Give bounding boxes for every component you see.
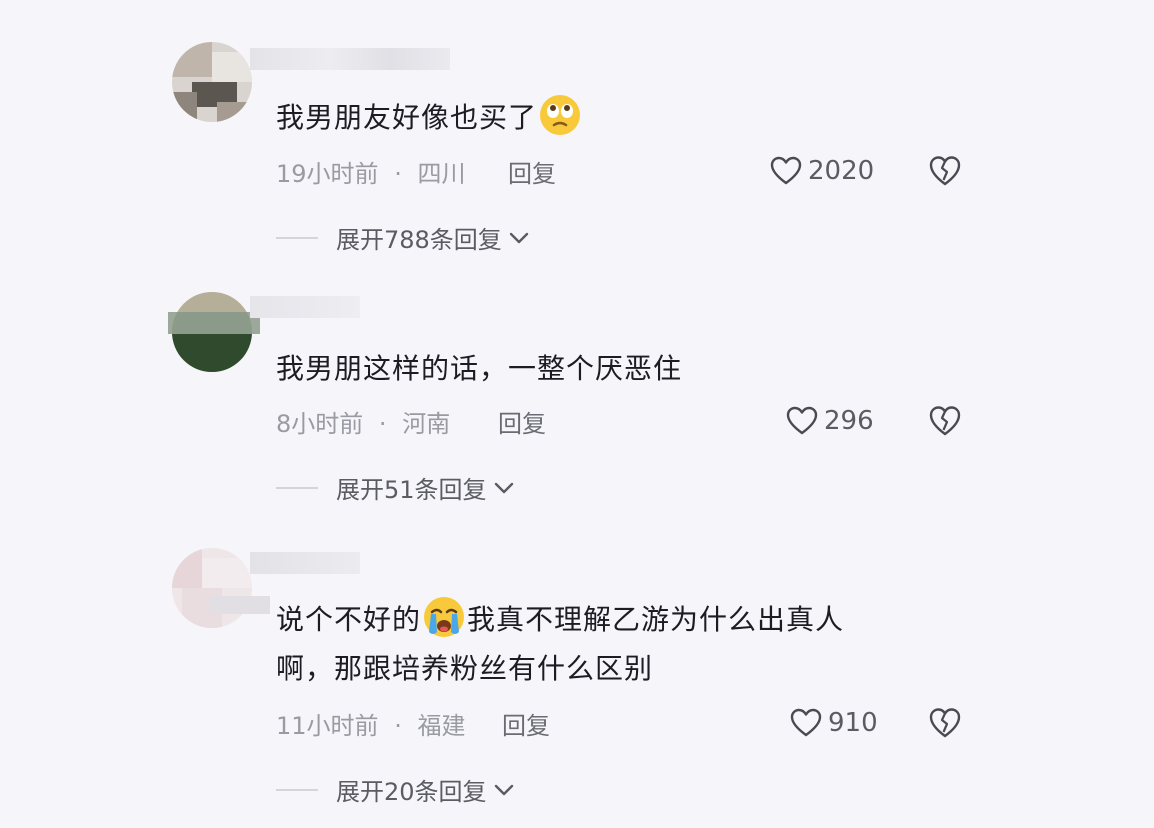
comment-meta: 19小时前 · 四川 — [276, 154, 465, 189]
comment-location: 四川 — [417, 160, 466, 188]
like-count: 910 — [828, 708, 878, 738]
avatar[interactable] — [172, 548, 252, 628]
heart-icon — [770, 156, 802, 185]
comment-text-content: 我男朋友好像也买了 — [276, 101, 538, 134]
like-count: 2020 — [808, 156, 875, 186]
expand-replies-button[interactable]: 展开51条回复 — [276, 470, 515, 505]
comment-time: 11小时前 — [276, 712, 379, 740]
divider-line — [276, 486, 318, 489]
chevron-down-icon — [494, 784, 513, 795]
heart-icon — [790, 708, 822, 737]
expand-replies-button[interactable]: 展开20条回复 — [276, 772, 515, 807]
comment-text: 我男朋这样的话，一整个厌恶住 — [276, 346, 682, 391]
comment-text: 我男朋友好像也买了 — [276, 94, 583, 140]
comment-text-line2-content: 啊，那跟培养粉丝有什么区别 — [276, 652, 654, 685]
comment-location: 河南 — [402, 410, 451, 438]
username-redacted — [250, 552, 360, 574]
like-button[interactable]: 2020 — [770, 154, 874, 188]
like-count: 296 — [824, 406, 874, 436]
comment-text: 说个不好的 我真不理解乙游为什么出真人 — [276, 596, 844, 642]
expand-replies-label: 展开788条回复 — [336, 226, 502, 254]
reply-button[interactable]: 回复 — [502, 706, 550, 741]
comment-time: 8小时前 — [276, 410, 364, 438]
username-redacted — [250, 296, 360, 318]
broken-heart-icon[interactable] — [928, 154, 962, 188]
avatar[interactable] — [172, 42, 252, 122]
broken-heart-icon[interactable] — [928, 404, 962, 438]
meta-separator: · — [394, 712, 402, 740]
comment-meta: 11小时前 · 福建 — [276, 706, 465, 741]
comment-time: 19小时前 — [276, 160, 379, 188]
reply-button[interactable]: 回复 — [508, 154, 556, 189]
expand-replies-label: 展开20条回复 — [336, 778, 487, 806]
broken-heart-icon[interactable] — [928, 706, 962, 740]
divider-line — [276, 236, 318, 239]
meta-separator: · — [378, 410, 387, 438]
like-button[interactable]: 296 — [786, 404, 874, 438]
avatar-redacted — [168, 312, 260, 334]
comment-text-content: 我男朋这样的话，一整个厌恶住 — [276, 352, 683, 385]
crying-face-emoji — [424, 597, 465, 637]
expand-replies-label: 展开51条回复 — [336, 476, 487, 504]
reply-button[interactable]: 回复 — [498, 404, 546, 439]
rolling-eyes-emoji — [540, 95, 581, 135]
comment-location: 福建 — [417, 712, 466, 740]
divider-line — [276, 788, 318, 791]
meta-separator: · — [394, 160, 402, 188]
avatar-redacted — [210, 596, 270, 614]
expand-replies-button[interactable]: 展开788条回复 — [276, 220, 530, 255]
comment-text-part1: 说个不好的 — [276, 603, 422, 636]
chevron-down-icon — [509, 232, 529, 243]
comment-text-part2: 我真不理解乙游为什么出真人 — [467, 603, 845, 636]
chevron-down-icon — [494, 482, 513, 493]
comment-text-line2: 啊，那跟培养粉丝有什么区别 — [276, 646, 653, 691]
comment-meta: 8小时前 · 河南 — [276, 404, 450, 439]
username-redacted — [250, 48, 450, 70]
heart-icon — [786, 406, 818, 435]
like-button[interactable]: 910 — [790, 706, 878, 740]
